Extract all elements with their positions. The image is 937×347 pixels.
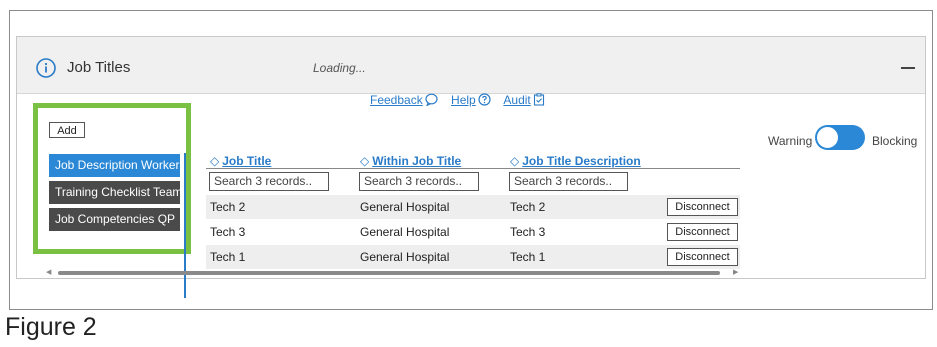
sidebar-item-training-checklist-team[interactable]: Training Checklist Team: [49, 181, 180, 204]
cell-job-title: Tech 3: [210, 225, 246, 239]
scrollbar-thumb[interactable]: [58, 271, 720, 275]
question-circle-icon[interactable]: [478, 93, 491, 106]
sidebar-item-job-description-worker[interactable]: Job Description Worker: [49, 154, 180, 177]
toggle-blocking-label: Blocking: [872, 134, 918, 148]
search-job-title-description-input[interactable]: Search 3 records..: [509, 172, 628, 191]
scroll-left-arrow-icon[interactable]: ◀: [46, 268, 51, 276]
cell-job-title: Tech 2: [210, 200, 246, 214]
column-header-job-title-description[interactable]: ◇ Job Title Description: [510, 154, 641, 168]
cell-within-job-title: General Hospital: [360, 225, 450, 239]
add-button[interactable]: Add: [49, 122, 85, 138]
collapse-minus-icon[interactable]: [901, 67, 915, 69]
speech-bubble-icon[interactable]: [425, 93, 438, 107]
table-row: Tech 1 General Hospital Tech 1 Disconnec…: [206, 245, 740, 269]
sidebar-divider: [184, 153, 186, 298]
cell-job-title-description: Tech 2: [510, 200, 546, 214]
feedback-link[interactable]: Feedback: [370, 93, 423, 107]
disconnect-button[interactable]: Disconnect: [667, 198, 738, 216]
figure-caption: Figure 2: [5, 313, 97, 341]
info-circle-icon: [36, 58, 56, 78]
sidebar-item-job-competencies-qp[interactable]: Job Competencies QP: [49, 208, 180, 231]
sort-arrows-icon[interactable]: ◇: [360, 154, 369, 168]
cell-job-title: Tech 1: [210, 250, 246, 264]
scroll-right-arrow-icon[interactable]: ▶: [733, 268, 738, 276]
column-header-within-job-title[interactable]: ◇ Within Job Title: [360, 154, 461, 168]
help-link[interactable]: Help: [451, 93, 476, 107]
disconnect-button[interactable]: Disconnect: [667, 248, 738, 266]
search-within-job-title-input[interactable]: Search 3 records..: [359, 172, 479, 191]
disconnect-button[interactable]: Disconnect: [667, 223, 738, 241]
toggle-warning-label: Warning: [768, 134, 813, 148]
cell-within-job-title: General Hospital: [360, 200, 450, 214]
panel-title: Job Titles: [67, 59, 131, 76]
sort-arrows-icon[interactable]: ◇: [210, 154, 219, 168]
search-job-title-input[interactable]: Search 3 records..: [209, 172, 329, 191]
top-links: Feedback Help Audit: [370, 93, 555, 107]
audit-link[interactable]: Audit: [503, 93, 530, 107]
column-header-job-title[interactable]: ◇ Job Title: [210, 154, 271, 168]
cell-job-title-description: Tech 3: [510, 225, 546, 239]
table-row: Tech 3 General Hospital Tech 3 Disconnec…: [206, 220, 740, 244]
cell-within-job-title: General Hospital: [360, 250, 450, 264]
table-row: Tech 2 General Hospital Tech 2 Disconnec…: [206, 195, 740, 219]
toggle-knob[interactable]: [816, 126, 839, 149]
cell-job-title-description: Tech 1: [510, 250, 546, 264]
clipboard-check-icon[interactable]: [533, 93, 545, 106]
panel-header: Job Titles Loading...: [17, 37, 925, 94]
header-divider: [206, 168, 740, 169]
loading-status: Loading...: [313, 61, 366, 75]
sort-arrows-icon[interactable]: ◇: [510, 154, 519, 168]
